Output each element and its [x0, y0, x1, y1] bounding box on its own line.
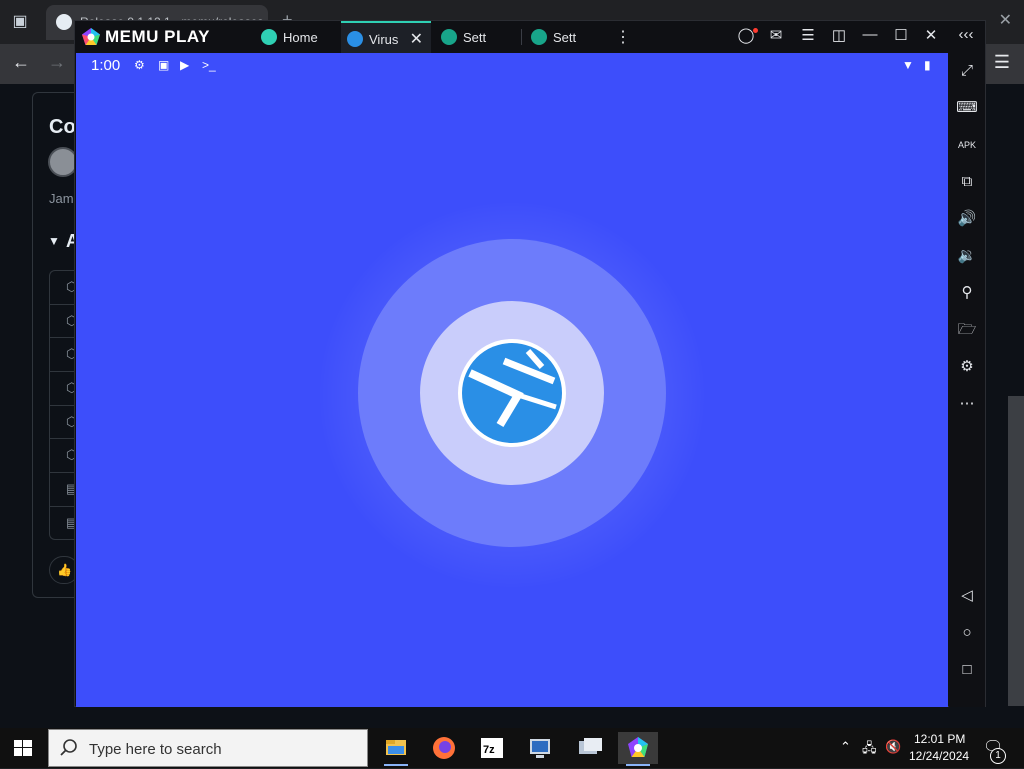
- windows-start-icon[interactable]: [14, 740, 32, 756]
- windows-taskbar: Type here to search 7z ⌃ 🖧 🔇 12:01 PM 12…: [0, 728, 1024, 768]
- 7zip-app[interactable]: 7z: [472, 732, 512, 764]
- memu-titlebar: MEMU PLAY Home Virus ✕ Sett Sett ⋮ ◯ ✉ ☰…: [75, 21, 985, 53]
- menu-icon[interactable]: ☰: [797, 26, 819, 44]
- terminal-status-icon: >_: [202, 58, 216, 72]
- mail-icon[interactable]: ✉: [765, 26, 787, 44]
- more-icon[interactable]: ⋯: [953, 390, 981, 418]
- volume-muted-icon[interactable]: 🔇: [885, 739, 901, 755]
- remote-app[interactable]: [570, 732, 610, 764]
- notification-count-badge: 1: [990, 748, 1006, 764]
- firefox-icon: [433, 737, 455, 759]
- multi-window-icon[interactable]: ⧉: [953, 168, 981, 196]
- memu-brand: MEMU PLAY: [105, 27, 210, 46]
- apk-icon[interactable]: APK: [953, 131, 981, 159]
- collapse-sidebar-icon[interactable]: ‹‹‹: [955, 26, 977, 43]
- close-tab-icon[interactable]: ✕: [410, 29, 423, 49]
- github-icon: [56, 14, 72, 30]
- tab-home[interactable]: Home: [255, 21, 339, 53]
- wifi-icon: ▼: [902, 58, 914, 72]
- taskbar-search[interactable]: Type here to search: [48, 729, 368, 767]
- a-status-icon: ▣: [158, 58, 170, 72]
- back-icon[interactable]: ◁: [953, 582, 981, 610]
- maximize-icon[interactable]: ☐: [890, 26, 912, 44]
- restore-window-icon[interactable]: ◫: [828, 26, 850, 44]
- settings-app-icon: [441, 29, 457, 45]
- release-title: Co: [49, 116, 76, 138]
- play-status-icon: ▶: [180, 58, 190, 72]
- home-app-icon: [261, 29, 277, 45]
- memu-app-icon: [628, 737, 648, 757]
- taskbar-time[interactable]: 12:01 PM: [914, 732, 965, 746]
- recents-icon[interactable]: □: [953, 656, 981, 684]
- author-name[interactable]: Jam: [49, 191, 74, 206]
- volume-up-icon[interactable]: 🔊: [953, 205, 981, 233]
- browser-scrollbar[interactable]: [1008, 396, 1024, 706]
- app-logo-icon: [458, 339, 566, 447]
- taskbar-date[interactable]: 12/24/2024: [909, 749, 969, 763]
- browser-forward-icon[interactable]: →: [48, 52, 66, 73]
- fullscreen-icon[interactable]: ⤢: [953, 57, 981, 85]
- browser-back-icon[interactable]: ←: [12, 52, 30, 73]
- memu-window: MEMU PLAY Home Virus ✕ Sett Sett ⋮ ◯ ✉ ☰…: [74, 20, 986, 707]
- firefox-app[interactable]: [424, 732, 464, 764]
- notification-dot: [753, 28, 758, 33]
- keyboard-icon[interactable]: ⌨: [953, 94, 981, 122]
- settings-icon[interactable]: ⚙: [953, 353, 981, 381]
- monitor-app-icon: [530, 739, 550, 758]
- android-clock: 1:00: [91, 57, 121, 74]
- tab-home-label: Home: [283, 30, 318, 45]
- tab-virus[interactable]: Virus ✕: [341, 21, 431, 53]
- tab-separator: [521, 29, 522, 45]
- minimize-icon[interactable]: —: [859, 26, 881, 43]
- memu-sidebar: ⤢ ⌨ APK ⧉ 🔊 🔉 ⚲ 🗁 ⚙ ⋯ ◁ ○ □: [949, 53, 985, 707]
- folder-icon[interactable]: 🗁: [953, 316, 981, 344]
- tab-list-icon[interactable]: ▣: [8, 10, 32, 34]
- android-screen[interactable]: 1:00 ⚙ ▣ ▶ >_ ▼ ▮: [76, 53, 948, 707]
- home-icon[interactable]: ○: [953, 619, 981, 647]
- browser-menu-icon[interactable]: ☰: [994, 52, 1010, 73]
- search-icon: [60, 739, 77, 756]
- tab-virus-label: Virus: [369, 32, 399, 47]
- close-window-icon[interactable]: ✕: [920, 26, 942, 44]
- file-explorer-app[interactable]: [376, 732, 416, 766]
- location-icon[interactable]: ⚲: [953, 279, 981, 307]
- tab-settings-2-label: Sett: [553, 30, 577, 45]
- android-status-bar: 1:00 ⚙ ▣ ▶ >_ ▼ ▮: [76, 53, 948, 77]
- window-close-icon[interactable]: ✕: [999, 10, 1012, 30]
- battery-icon: ▮: [924, 58, 931, 72]
- search-placeholder: Type here to search: [89, 741, 222, 758]
- tab-settings-2[interactable]: Sett: [525, 21, 609, 53]
- settings-status-icon: ⚙: [134, 58, 145, 72]
- caret-down-icon[interactable]: ▼: [48, 234, 60, 248]
- settings-app-icon: [531, 29, 547, 45]
- network-icon[interactable]: 🖧: [862, 739, 877, 761]
- svg-text:7z: 7z: [483, 744, 495, 756]
- virus-app-icon: [347, 31, 363, 47]
- tab-settings-1[interactable]: Sett: [435, 21, 519, 53]
- remote-app-icon: [579, 738, 602, 754]
- 7zip-icon: 7z: [481, 738, 503, 758]
- volume-down-icon[interactable]: 🔉: [953, 242, 981, 270]
- memu-logo-icon: [82, 28, 100, 45]
- tab-settings-1-label: Sett: [463, 30, 487, 45]
- memu-taskbar-app[interactable]: [618, 732, 658, 766]
- tray-chevron-up-icon[interactable]: ⌃: [840, 739, 851, 755]
- folder-app-icon: [386, 740, 406, 755]
- tab-more-icon[interactable]: ⋮: [615, 27, 631, 47]
- monitor-app[interactable]: [520, 732, 560, 764]
